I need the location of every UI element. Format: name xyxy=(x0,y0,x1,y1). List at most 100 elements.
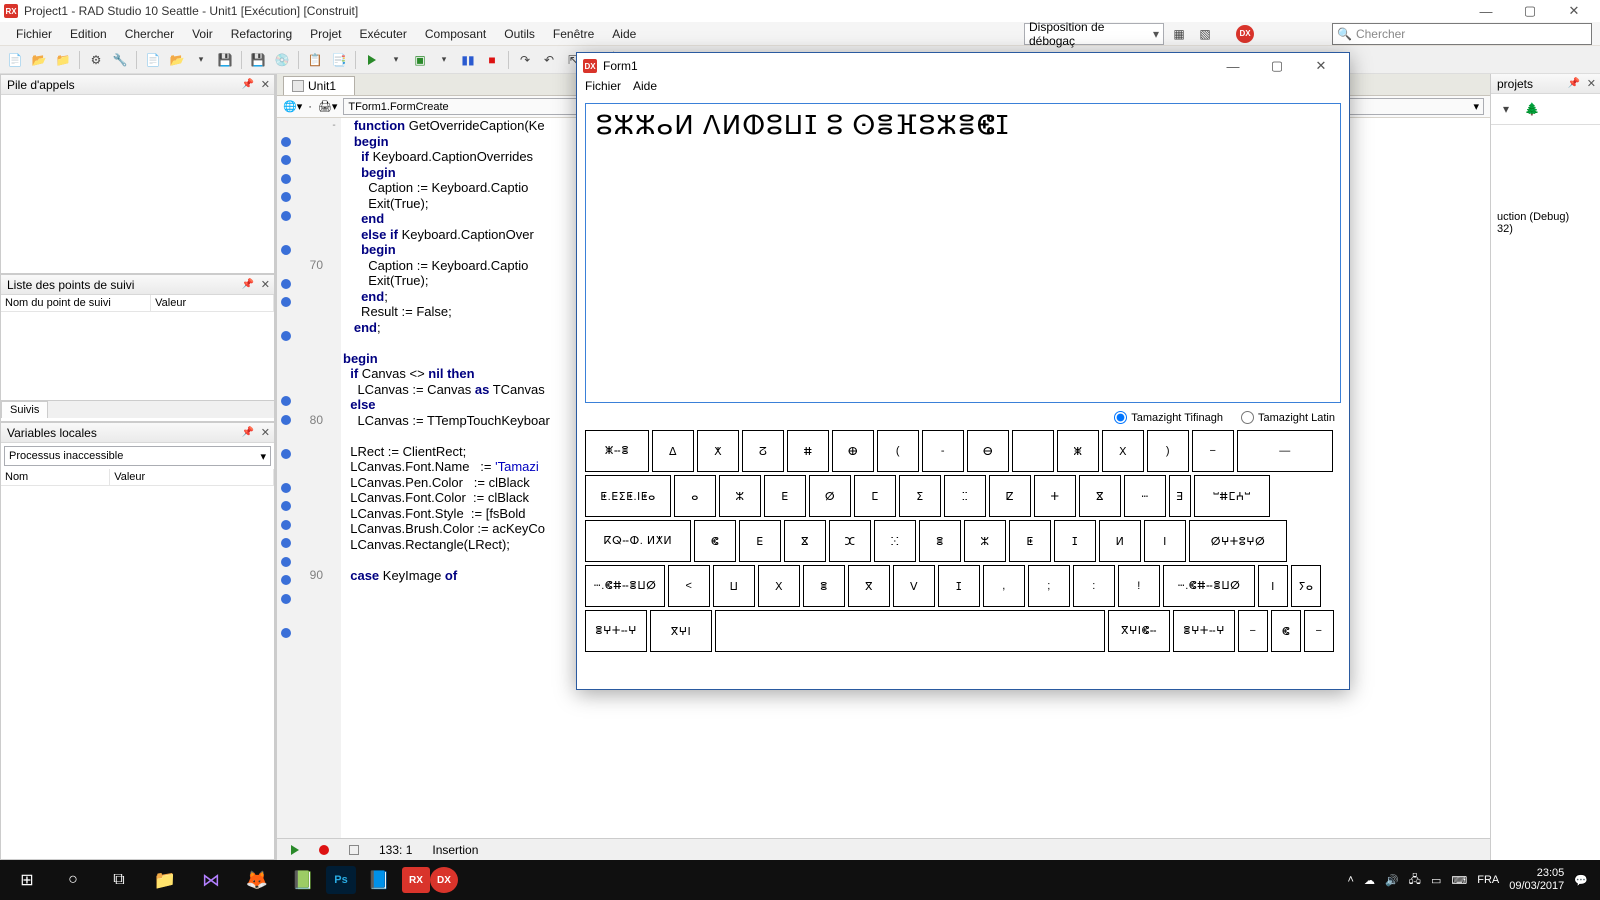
key[interactable]: ⵅ xyxy=(697,430,739,472)
minimize-button[interactable]: — xyxy=(1464,0,1508,22)
keyboard-icon[interactable]: ⌨ xyxy=(1451,874,1467,887)
key[interactable]: ⵇ xyxy=(989,475,1031,517)
key[interactable]: ⵝ xyxy=(1102,430,1144,472)
volume-icon[interactable]: 🔊 xyxy=(1385,874,1399,887)
notepad-icon[interactable]: 📘 xyxy=(356,860,402,900)
run-nodebug-dd-icon[interactable]: ▾ xyxy=(433,49,455,71)
menu-edition[interactable]: Edition xyxy=(62,24,115,44)
key[interactable]: ; xyxy=(1028,565,1070,607)
menu-fichier[interactable]: Fichier xyxy=(8,24,60,44)
radio-latin[interactable]: Tamazight Latin xyxy=(1241,411,1335,424)
key[interactable]: ⵎ xyxy=(854,475,896,517)
key[interactable]: ⵆ xyxy=(944,475,986,517)
key[interactable]: ⵈ.ⵞⵌⵧⴻⵡⵁ xyxy=(1163,565,1255,607)
key[interactable]: ⴻⵖⵜⵧⵖ xyxy=(585,610,647,652)
close-icon[interactable]: ✕ xyxy=(261,278,270,291)
key[interactable]: − xyxy=(1304,610,1334,652)
step-over-icon[interactable]: ↶ xyxy=(538,49,560,71)
key[interactable]: ⵞ xyxy=(694,520,736,562)
key[interactable]: ⵌ xyxy=(787,430,829,472)
key[interactable]: − xyxy=(1238,610,1268,652)
key[interactable]: ⵊ xyxy=(1054,520,1096,562)
photoshop-icon[interactable]: Ps xyxy=(326,866,356,894)
key[interactable] xyxy=(1012,430,1054,472)
key[interactable]: ⵉ xyxy=(899,475,941,517)
new-file-icon[interactable]: 📄 xyxy=(4,49,26,71)
dx-icon[interactable]: DX xyxy=(1236,25,1254,43)
key[interactable]: ⵘ xyxy=(874,520,916,562)
explorer-icon[interactable]: 📁 xyxy=(142,860,188,900)
firefox-icon[interactable]: 🦊 xyxy=(234,860,280,900)
key[interactable]: ⵝ xyxy=(758,565,800,607)
print-icon[interactable]: 🖨▾ xyxy=(318,100,338,113)
tree-icon[interactable]: 🌲 xyxy=(1521,98,1543,120)
key[interactable]: ⴽⵕⵧⵀ. ⵍⵅⵍ xyxy=(585,520,691,562)
menu-refactoring[interactable]: Refactoring xyxy=(223,24,300,44)
key[interactable]: ⴻ xyxy=(803,565,845,607)
key[interactable] xyxy=(715,610,1105,652)
key[interactable]: ⵏ xyxy=(1144,520,1186,562)
run-nodebug-icon[interactable]: ▣ xyxy=(409,49,431,71)
pin-icon[interactable]: 📌 xyxy=(242,79,254,90)
notifications-icon[interactable]: 💬 xyxy=(1574,874,1588,887)
key[interactable]: - xyxy=(922,430,964,472)
search-box[interactable]: 🔍 Chercher xyxy=(1332,23,1592,45)
key[interactable]: − xyxy=(1192,430,1234,472)
key[interactable]: ⴹ xyxy=(764,475,806,517)
layout-combo[interactable]: Disposition de débogaç▾ xyxy=(1024,23,1164,45)
language-indicator[interactable]: FRA xyxy=(1477,874,1499,886)
key[interactable]: : xyxy=(1073,565,1115,607)
dropdown-icon[interactable]: ▾ xyxy=(190,49,212,71)
key[interactable]: ⵁ xyxy=(809,475,851,517)
key[interactable]: ⵋ xyxy=(829,520,871,562)
key[interactable]: ⵒ xyxy=(742,430,784,472)
form1-maximize-button[interactable]: ▢ xyxy=(1255,55,1299,77)
key[interactable]: ⵞ xyxy=(1271,610,1301,652)
copy-icon[interactable]: 📋 xyxy=(304,49,326,71)
close-icon[interactable]: ✕ xyxy=(1587,77,1596,90)
watch-tab[interactable]: Suivis xyxy=(1,401,48,418)
radio-tifinagh[interactable]: Tamazight Tifinagh xyxy=(1114,411,1223,424)
key[interactable]: ⴳ xyxy=(848,565,890,607)
menu-exécuter[interactable]: Exécuter xyxy=(352,24,415,44)
key[interactable]: ⵁⵖⵜⵓⵖⵁ xyxy=(1189,520,1287,562)
form1-close-button[interactable]: ✕ xyxy=(1299,55,1343,77)
run-icon[interactable] xyxy=(361,49,383,71)
menu-chercher[interactable]: Chercher xyxy=(117,24,182,44)
form1-minimize-button[interactable]: — xyxy=(1211,55,1255,77)
key[interactable]: ⴳⵖⵏⵞⵧ xyxy=(1108,610,1170,652)
run-dropdown-icon[interactable]: ▾ xyxy=(385,49,407,71)
battery-icon[interactable]: ▭ xyxy=(1431,874,1441,887)
key[interactable]: ⵠ xyxy=(652,430,694,472)
key[interactable]: ) xyxy=(1147,430,1189,472)
visualstudio-icon[interactable]: ⋈ xyxy=(188,860,234,900)
close-button[interactable]: ✕ xyxy=(1552,0,1596,22)
key[interactable]: , xyxy=(983,565,1025,607)
form1-text-editor[interactable]: ⵓⵣⵣⴰⵍ ⴷⵍⵀⵓⵡⵊ ⵓ ⵙⴻⴼⵓⵣⴻⵞⵊ xyxy=(585,103,1341,403)
running-app-icon[interactable]: DX xyxy=(430,867,458,893)
pause-icon[interactable]: ▮▮ xyxy=(457,49,479,71)
clock[interactable]: 23:05 09/03/2017 xyxy=(1509,867,1564,893)
key[interactable]: ⵢⴰ xyxy=(1291,565,1321,607)
key[interactable]: ⵜ xyxy=(1034,475,1076,517)
pin-icon[interactable]: 📌 xyxy=(242,279,254,290)
key[interactable]: ⵡ xyxy=(713,565,755,607)
options-icon[interactable]: ⚙ xyxy=(85,49,107,71)
key[interactable]: ⵟ xyxy=(1009,520,1051,562)
key[interactable]: < xyxy=(668,565,710,607)
key[interactable]: ⵟ.ⴹⵉⵟ.ⵏⵟⴰ xyxy=(585,475,671,517)
pin-icon[interactable]: 📌 xyxy=(242,427,254,438)
key[interactable]: ⴰ xyxy=(674,475,716,517)
menu-outils[interactable]: Outils xyxy=(496,24,543,44)
save-disk-icon[interactable]: 💿 xyxy=(271,49,293,71)
layout-save-icon[interactable]: ▦ xyxy=(1168,23,1190,45)
key[interactable]: ⴵ xyxy=(784,520,826,562)
key[interactable]: — xyxy=(1237,430,1333,472)
onedrive-icon[interactable]: ☁ xyxy=(1364,874,1375,887)
key[interactable]: ⴳⵖⵏ xyxy=(650,610,712,652)
key[interactable]: ! xyxy=(1118,565,1160,607)
start-button[interactable]: ⊞ xyxy=(4,860,50,900)
maximize-button[interactable]: ▢ xyxy=(1508,0,1552,22)
form1-menu-help[interactable]: Aide xyxy=(633,79,657,99)
pin-icon[interactable]: 📌 xyxy=(1568,78,1580,89)
